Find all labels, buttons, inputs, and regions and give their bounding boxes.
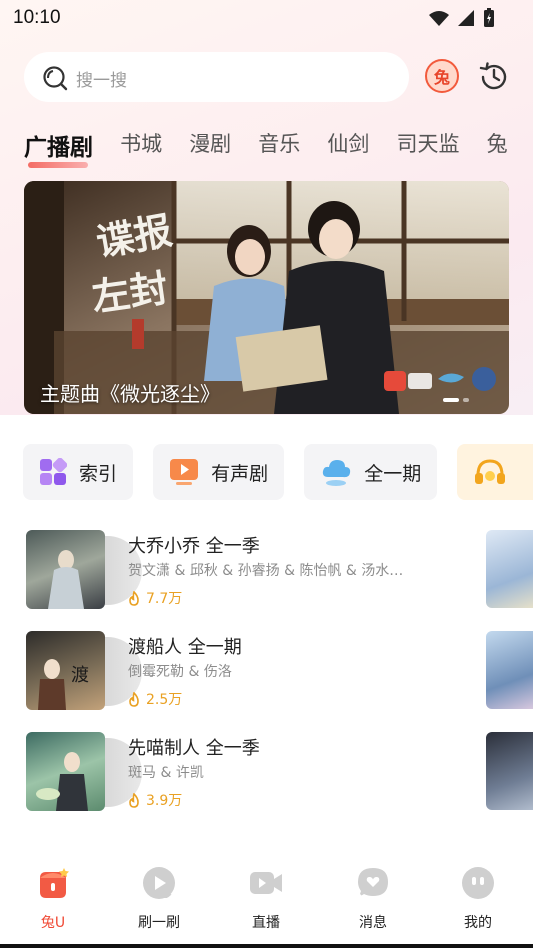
list-item[interactable]: 渡 渡船人 全一期 倒霉死勒 & 伤洛 2.5万	[26, 629, 466, 730]
tab-xianjian[interactable]: 仙剑	[327, 128, 369, 158]
quick-entry-label: 索引	[79, 462, 118, 485]
quick-entry-index[interactable]: 索引	[23, 444, 134, 500]
list-item[interactable]: 大乔小乔 全一季 贺文潇 & 邱秋 & 孙睿扬 & 陈怡帆 & 汤水… 7.7万	[26, 528, 466, 629]
message-icon	[358, 868, 388, 897]
tab-comic-drama[interactable]: 漫剧	[189, 128, 231, 158]
drama-cover: 渡	[26, 631, 105, 710]
wifi-icon	[429, 10, 449, 26]
play-count-value: 7.7万	[146, 591, 183, 607]
bottom-navigation: 兔U 刷一刷 直播 消息 我的	[0, 854, 533, 948]
tab-music[interactable]: 音乐	[258, 128, 300, 158]
search-icon	[43, 66, 68, 91]
tab-books[interactable]: 书城	[120, 128, 162, 158]
signal-icon	[458, 10, 474, 26]
status-bar: 10:10	[0, 0, 533, 38]
quick-entry-listen[interactable]	[457, 444, 533, 500]
drama-cast: 倒霉死勒 & 伤洛	[128, 664, 232, 680]
list-item[interactable]: 先喵制人 全一季 斑马 & 许凯 3.9万	[26, 730, 466, 831]
search-placeholder: 搜一搜	[76, 71, 127, 91]
nav-label: 刷一刷	[138, 915, 180, 931]
battery-icon	[484, 8, 494, 27]
play-count: 3.9万	[128, 790, 182, 810]
nav-label: 直播	[252, 915, 280, 931]
tu-badge-label: 兔	[433, 68, 450, 87]
nav-tab-home[interactable]: 兔U	[13, 866, 93, 932]
flame-icon	[129, 691, 139, 707]
status-time: 10:10	[13, 7, 61, 28]
next-column-preview	[486, 530, 533, 833]
featured-banner[interactable]: 谍报 左封 主题曲《微光逐尘》	[24, 181, 509, 414]
banner-pagination	[443, 398, 469, 402]
quick-entry-audio-drama[interactable]: 有声剧	[153, 444, 285, 500]
nav-label: 消息	[359, 915, 387, 931]
drama-title: 先喵制人 全一季	[128, 738, 260, 759]
tab-radio-drama[interactable]: 广播剧	[24, 128, 93, 168]
quick-entry-label: 全一期	[364, 462, 422, 485]
drama-cover[interactable]	[486, 732, 533, 810]
drama-cover[interactable]	[486, 530, 533, 608]
profile-icon	[462, 867, 494, 899]
quick-entry-row: 索引 有声剧 全一期	[23, 444, 533, 500]
nav-tab-feed[interactable]: 刷一刷	[119, 866, 199, 932]
cloud-icon	[323, 460, 351, 486]
drama-title: 大乔小乔 全一季	[128, 536, 260, 557]
drama-cover	[26, 530, 105, 609]
play-count: 2.5万	[128, 689, 182, 709]
drama-cast: 贺文潇 & 邱秋 & 孙睿扬 & 陈怡帆 & 汤水…	[128, 563, 404, 579]
drama-cast: 斑马 & 许凯	[128, 765, 204, 781]
banner-caption: 主题曲《微光逐尘》	[40, 382, 220, 406]
tu-u-icon	[40, 868, 69, 898]
quick-entry-complete[interactable]: 全一期	[304, 444, 438, 500]
drama-title: 渡船人 全一期	[128, 637, 242, 658]
nav-tab-profile[interactable]: 我的	[438, 866, 518, 932]
tu-u-logo	[384, 371, 406, 391]
play-screen-icon	[170, 459, 199, 485]
tab-tu[interactable]: 兔	[487, 128, 508, 158]
banner-dot[interactable]	[463, 398, 469, 402]
category-tabs: 广播剧 书城 漫剧 音乐 仙剑 司天监 兔	[24, 128, 533, 168]
nav-tab-live[interactable]: 直播	[226, 866, 306, 932]
drama-cover[interactable]	[486, 631, 533, 709]
drama-cover	[26, 732, 105, 811]
play-circle-icon	[143, 867, 175, 899]
tu-badge-button[interactable]: 兔	[425, 59, 459, 93]
play-count-value: 3.9万	[146, 793, 183, 809]
system-home-indicator	[0, 944, 533, 948]
status-icons	[429, 8, 495, 28]
play-count-value: 2.5万	[146, 692, 183, 708]
flame-icon	[129, 792, 139, 808]
history-icon[interactable]	[477, 60, 511, 94]
search-bar[interactable]: 搜一搜	[24, 52, 409, 102]
play-count: 7.7万	[128, 588, 182, 608]
tab-sitianjian[interactable]: 司天监	[396, 128, 459, 158]
drama-list: 大乔小乔 全一季 贺文潇 & 邱秋 & 孙睿扬 & 陈怡帆 & 汤水… 7.7万…	[26, 528, 466, 831]
grid-icon	[40, 458, 67, 485]
svg-text:渡: 渡	[71, 665, 89, 686]
nav-label: 我的	[464, 915, 492, 931]
headphone-icon	[475, 459, 506, 484]
nav-tab-messages[interactable]: 消息	[333, 866, 413, 932]
quick-entry-label: 有声剧	[211, 462, 269, 485]
banner-dot[interactable]	[443, 398, 459, 402]
nav-label: 兔U	[40, 915, 66, 931]
flame-icon	[129, 590, 139, 606]
video-camera-icon	[250, 872, 282, 894]
